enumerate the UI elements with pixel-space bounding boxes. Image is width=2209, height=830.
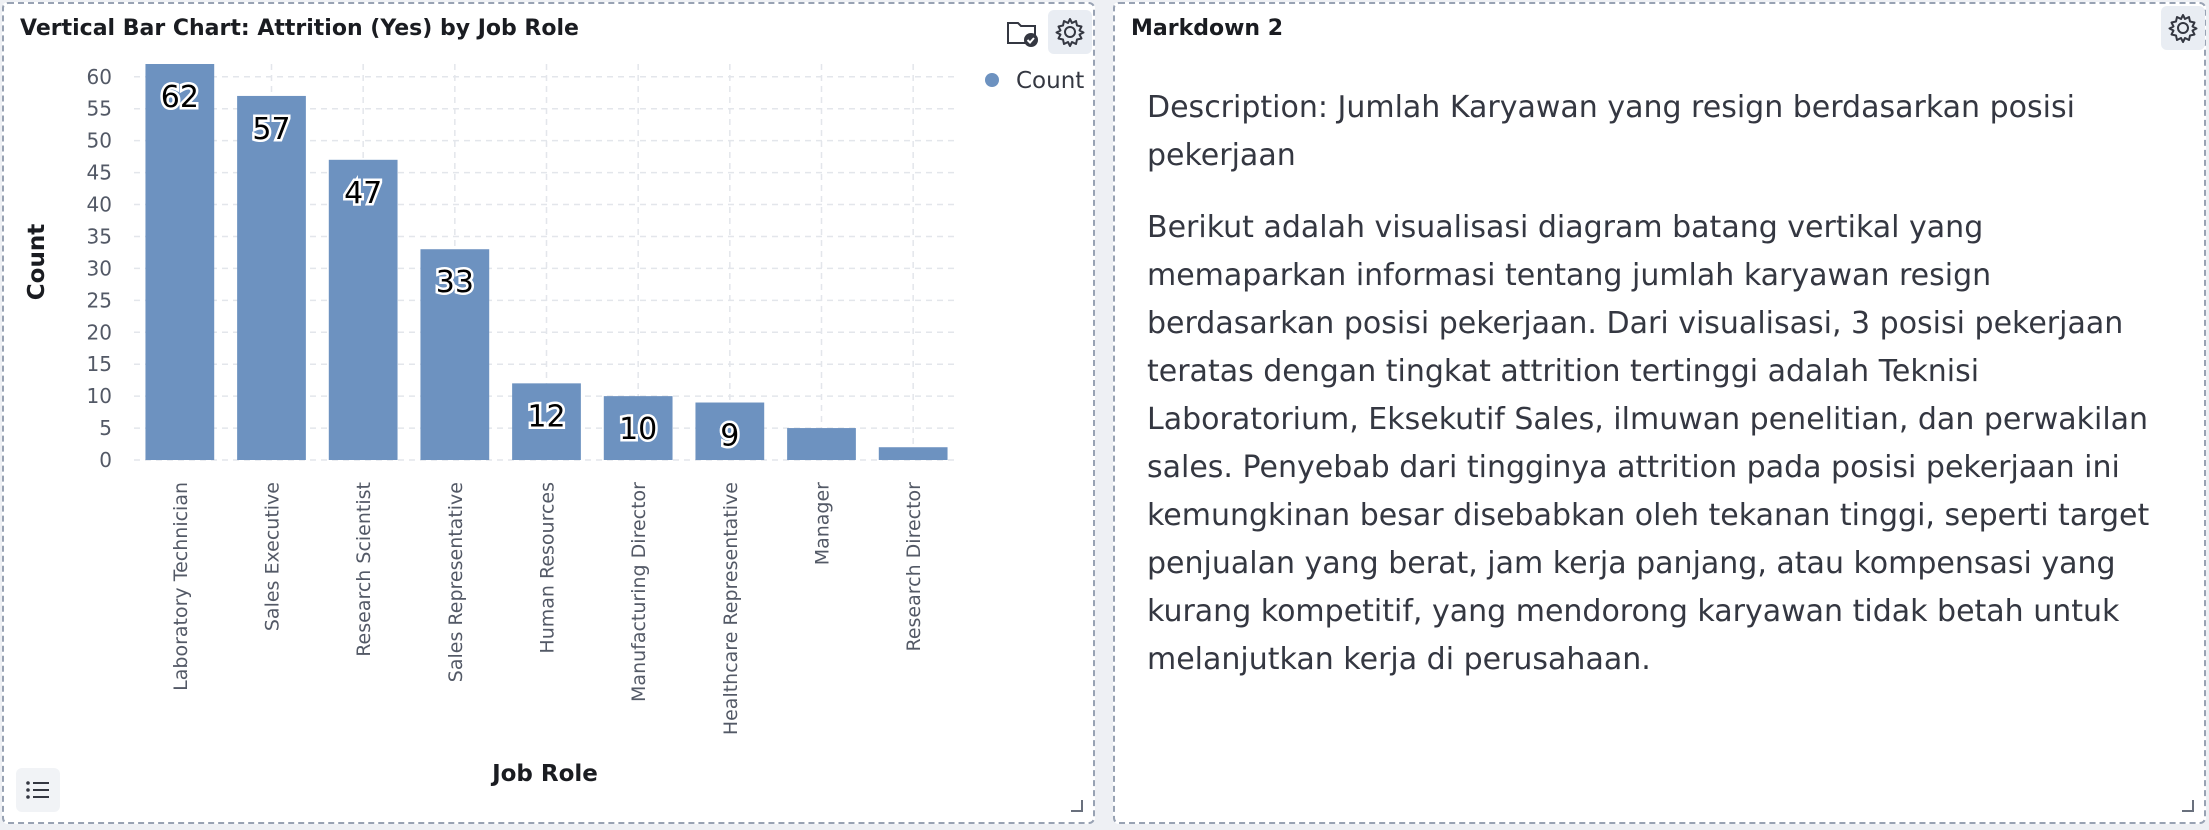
bar — [145, 64, 215, 460]
y-tick-label: 10 — [87, 384, 112, 408]
bar — [787, 428, 856, 460]
bar-data-label: 47 — [344, 176, 382, 211]
x-tick-label: Laboratory Technician — [170, 482, 192, 691]
markdown-paragraph: Berikut adalah visualisasi diagram batan… — [1147, 210, 2150, 677]
bar — [237, 95, 306, 460]
x-tick-label: Manager — [812, 482, 834, 565]
x-tick-label: Sales Representative — [445, 482, 467, 682]
bar — [878, 447, 948, 460]
legend-label: Count — [1016, 68, 1084, 94]
y-tick-label: 5 — [99, 416, 112, 440]
y-tick-label: 45 — [87, 161, 112, 185]
resize-handle[interactable] — [1071, 800, 1083, 812]
y-tick-label: 50 — [87, 129, 112, 153]
resize-handle[interactable] — [2182, 800, 2194, 812]
gear-icon[interactable] — [2161, 6, 2205, 50]
x-tick-label: Research Director — [903, 482, 925, 652]
bar-chart: 0 5 10 15 20 25 30 35 40 45 50 55 60 62 Laboratory Tec… — [24, 64, 1084, 787]
y-axis-title: Count — [24, 224, 50, 300]
y-tick-label: 15 — [87, 352, 112, 376]
x-tick-label: Research Scientist — [353, 482, 375, 657]
bar-data-label: 62 — [161, 80, 199, 115]
bar-data-label: 9 — [720, 419, 739, 454]
x-tick-label: Human Resources — [537, 482, 559, 654]
y-tick-label: 30 — [87, 256, 112, 280]
x-tick-label: Healthcare Representative — [720, 482, 742, 735]
markdown-content: Description: Jumlah Karyawan yang resign… — [1147, 84, 2187, 708]
y-tick-label: 40 — [87, 193, 112, 217]
x-tick-label: Sales Executive — [262, 482, 284, 631]
y-tick-label: 0 — [99, 448, 112, 472]
y-tick-label: 55 — [87, 97, 112, 121]
legend-list-icon[interactable] — [16, 768, 60, 812]
x-tick-label: Manufacturing Director — [628, 482, 650, 702]
bar-data-label: 12 — [527, 399, 565, 434]
bar-data-label: 57 — [252, 112, 290, 147]
x-axis-title: Job Role — [490, 761, 598, 787]
markdown-description: Description: Jumlah Karyawan yang resign… — [1147, 90, 2075, 173]
bar-data-label: 10 — [619, 412, 657, 447]
legend-swatch — [985, 73, 999, 87]
y-tick-label: 20 — [87, 320, 112, 344]
markdown-panel-title: Markdown 2 — [1131, 16, 1284, 41]
chart-panel: Vertical Bar Chart: Attrition (Yes) by J… — [2, 2, 1095, 824]
markdown-panel: Markdown 2 Description: Jumlah Karyawan … — [1113, 2, 2206, 824]
bar-data-label: 33 — [436, 265, 474, 300]
y-tick-label: 60 — [87, 65, 112, 89]
y-tick-label: 35 — [87, 224, 112, 248]
y-tick-label: 25 — [87, 288, 112, 312]
